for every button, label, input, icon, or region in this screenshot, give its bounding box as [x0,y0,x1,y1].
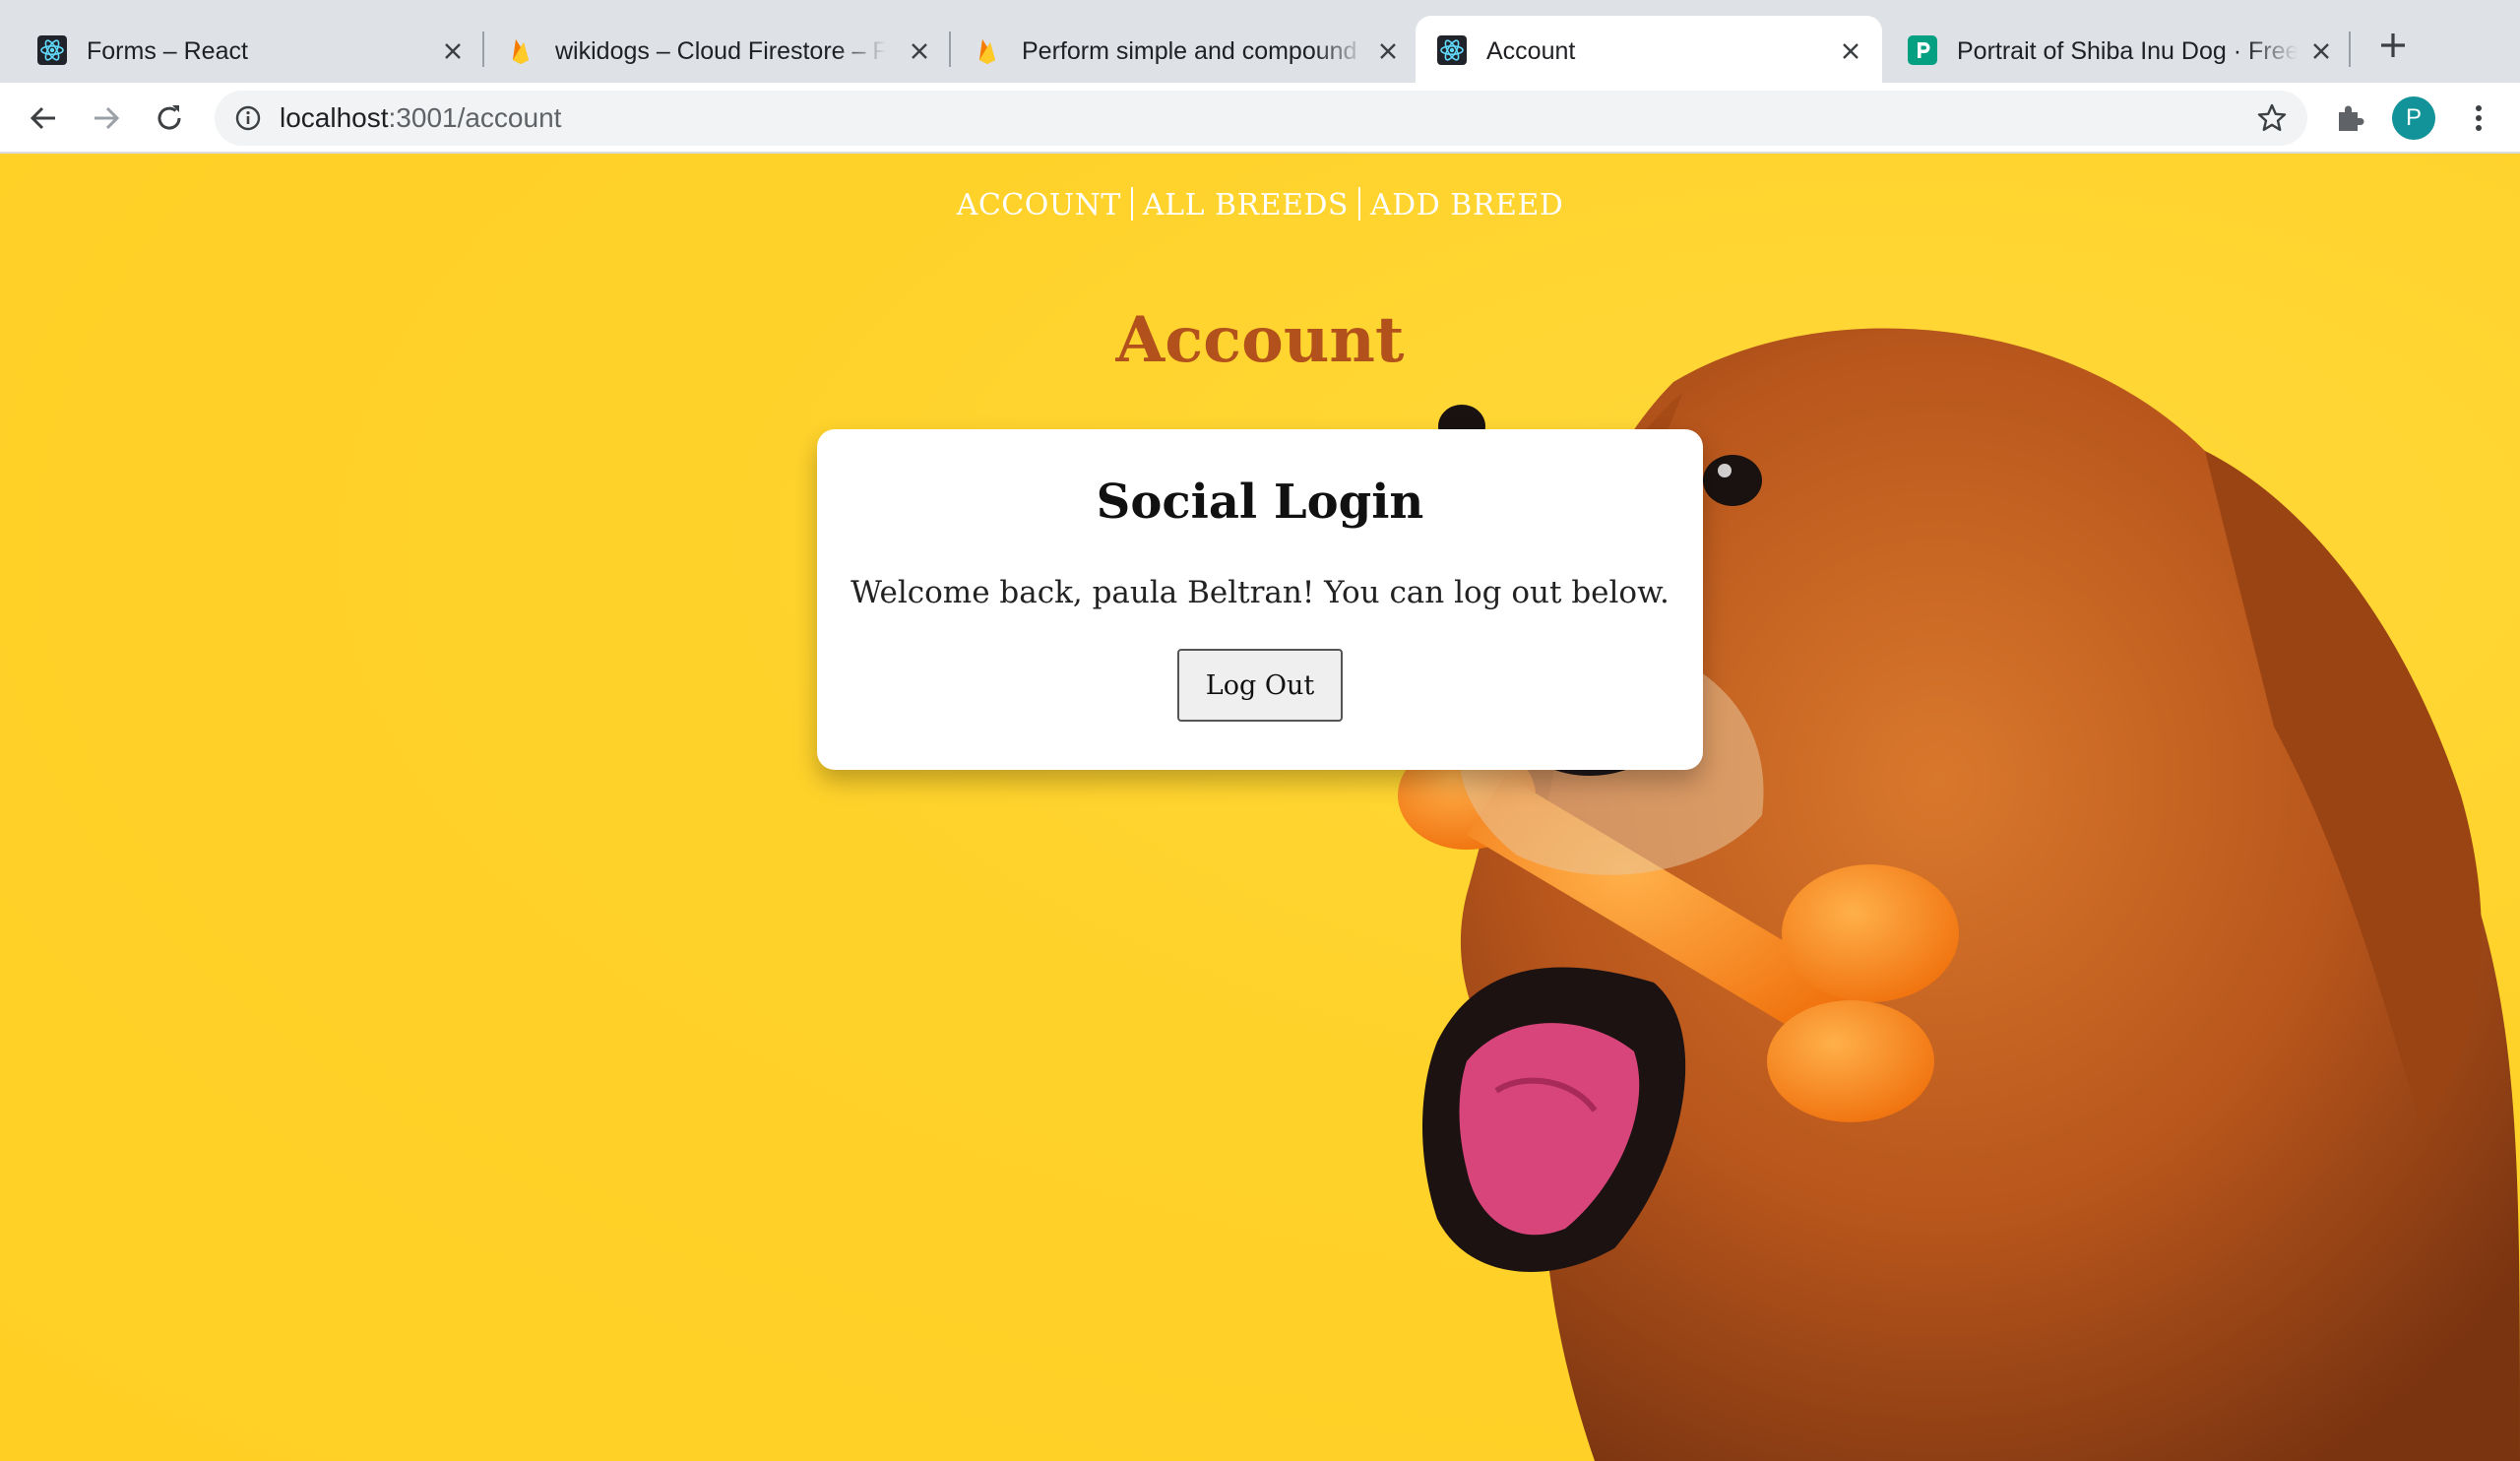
tab-divider [2349,32,2351,67]
profile-avatar[interactable]: P [2392,96,2435,140]
close-icon[interactable] [906,37,933,65]
url-host: localhost [280,102,389,133]
close-icon[interactable] [439,37,467,65]
arrow-right-icon [94,106,120,130]
page-content: ACCOUNT ALL BREEDS ADD BREED Account Socia… [0,156,2520,1461]
tab-wikidogs-firestore[interactable]: wikidogs – Cloud Firestore – Fi [469,16,935,83]
react-icon [37,35,67,65]
forward-button[interactable] [87,98,126,138]
tab-title: wikidogs – Cloud Firestore – Fi [555,37,886,65]
firebase-icon [973,35,1002,65]
more-vert-icon[interactable] [2461,100,2496,136]
tab-title: Perform simple and compound [1022,37,1357,65]
firebase-icon [506,35,536,65]
nav-divider [1358,187,1360,221]
close-icon[interactable] [2307,37,2335,65]
close-icon[interactable] [1374,37,1402,65]
tab-strip: Forms – React wikidogs – Cloud Firestore… [0,0,2520,83]
pexels-icon [1908,35,1937,65]
new-tab-button[interactable] [2376,29,2410,62]
react-icon [1437,35,1467,65]
close-icon[interactable] [1837,37,1864,65]
card-title: Social Login [1096,475,1424,530]
browser-toolbar: localhost:3001/account P [0,83,2520,154]
nav-account[interactable]: ACCOUNT [951,188,1127,222]
tab-shiba-portrait[interactable]: Portrait of Shiba Inu Dog · Free [1870,16,2337,83]
reload-icon [158,105,181,130]
social-login-card: Social Login Welcome back, paula Beltran… [817,429,1703,770]
address-bar[interactable]: localhost:3001/account [215,91,2307,146]
tab-title: Portrait of Shiba Inu Dog · Free [1957,37,2298,65]
tab-account[interactable]: Account [1416,16,1882,83]
logout-button[interactable]: Log Out [1177,649,1343,722]
arrow-left-icon [30,106,55,130]
back-button[interactable] [24,98,63,138]
welcome-message: Welcome back, paula Beltran! You can log… [850,575,1670,610]
url-path: :3001/account [388,102,562,133]
nav-all-breeds[interactable]: ALL BREEDS [1137,188,1354,222]
info-icon[interactable] [234,104,262,132]
url-text: localhost:3001/account [280,102,561,134]
nav-divider [1130,187,1133,221]
tab-perform-queries[interactable]: Perform simple and compound [935,16,1402,83]
nav-add-breed[interactable]: ADD BREED [1364,188,1569,222]
tab-forms-react[interactable]: Forms – React [0,16,472,83]
page-title: Account [1115,303,1405,377]
reload-button[interactable] [150,98,189,138]
bookmark-star-icon[interactable] [2256,102,2288,134]
tab-title: Account [1486,37,1576,65]
extensions-puzzle-icon[interactable] [2333,100,2368,136]
tab-title: Forms – React [87,37,248,65]
top-navigation: ACCOUNT ALL BREEDS ADD BREED [0,187,2520,222]
